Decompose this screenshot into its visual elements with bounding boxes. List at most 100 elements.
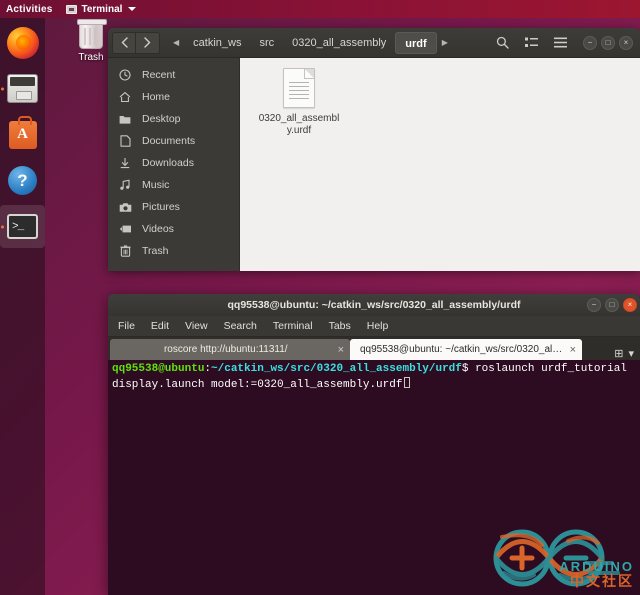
- dock-item-firefox[interactable]: [0, 21, 45, 64]
- new-tab-icon[interactable]: ⊞: [614, 347, 623, 360]
- app-menu-button[interactable]: Terminal: [66, 3, 137, 15]
- view-list-icon[interactable]: [518, 32, 544, 54]
- music-icon: [116, 179, 134, 191]
- menu-item-edit[interactable]: Edit: [151, 320, 169, 332]
- terminal-tab-bar: roscore http://ubuntu:11311/ × qq95538@u…: [108, 337, 640, 360]
- gnome-top-bar: Activities Terminal: [0, 0, 640, 18]
- sidebar-item-recent[interactable]: Recent: [108, 64, 239, 86]
- terminal-prompt-user: qq95538@ubuntu: [112, 363, 205, 375]
- hamburger-menu-icon[interactable]: [547, 32, 573, 54]
- breadcrumb-next-icon[interactable]: ▶: [437, 38, 453, 47]
- home-icon: [116, 91, 134, 103]
- sidebar-item-home[interactable]: Home: [108, 86, 239, 108]
- sidebar-item-label: Home: [142, 91, 171, 103]
- tab-list-chevron-icon[interactable]: ▾: [628, 347, 634, 360]
- files-body: Recent Home Desktop Documents Downloads …: [108, 58, 640, 271]
- terminal-icon: [66, 4, 78, 14]
- breadcrumb-item-src[interactable]: src: [250, 32, 283, 54]
- tab-roscore[interactable]: roscore http://ubuntu:11311/ ×: [110, 339, 350, 360]
- terminal-title-label: qq95538@ubuntu: ~/catkin_ws/src/0320_all…: [227, 299, 521, 311]
- tab-urdf-shell[interactable]: qq95538@ubuntu: ~/catkin_ws/src/0320_all…: [350, 339, 582, 360]
- close-button[interactable]: ×: [623, 298, 637, 312]
- download-icon: [116, 157, 134, 169]
- help-icon: ?: [8, 166, 37, 195]
- menu-item-search[interactable]: Search: [224, 320, 257, 332]
- dock-item-terminal[interactable]: >_: [0, 205, 45, 248]
- file-item[interactable]: 0320_all_assembly.urdf: [258, 68, 340, 137]
- file-text-lines: [289, 82, 309, 100]
- menu-item-view[interactable]: View: [185, 320, 208, 332]
- dock-item-ubuntu-software[interactable]: [0, 113, 45, 156]
- tab-label: qq95538@ubuntu: ~/catkin_ws/src/0320_all…: [360, 344, 564, 355]
- close-icon[interactable]: ×: [338, 344, 344, 356]
- sidebar-item-label: Downloads: [142, 157, 194, 169]
- breadcrumb-item-catkin-ws[interactable]: catkin_ws: [184, 32, 250, 54]
- maximize-button[interactable]: □: [601, 35, 615, 50]
- breadcrumb: ◀ catkin_ws src 0320_all_assembly urdf ▶: [168, 31, 453, 54]
- files-sidebar: Recent Home Desktop Documents Downloads …: [108, 58, 240, 271]
- folder-icon: [116, 114, 134, 125]
- chevron-left-icon: [121, 37, 128, 48]
- terminal-window: qq95538@ubuntu: ~/catkin_ws/src/0320_all…: [108, 294, 640, 595]
- terminal-title-bar[interactable]: qq95538@ubuntu: ~/catkin_ws/src/0320_all…: [108, 294, 640, 316]
- dock-item-help[interactable]: ?: [0, 159, 45, 202]
- trash-icon: [116, 245, 134, 257]
- video-icon: [116, 224, 134, 234]
- close-icon[interactable]: ×: [570, 344, 576, 356]
- close-button[interactable]: ×: [619, 35, 633, 50]
- activities-button[interactable]: Activities: [6, 4, 52, 15]
- clock-icon: [116, 69, 134, 81]
- breadcrumb-item-0320-all-assembly[interactable]: 0320_all_assembly: [283, 32, 395, 54]
- files-window-controls: − □ ×: [583, 35, 633, 50]
- ubuntu-software-icon: [8, 115, 37, 149]
- minimize-button[interactable]: −: [583, 35, 597, 50]
- terminal-window-controls: − □ ×: [587, 298, 637, 312]
- chevron-down-icon: [128, 7, 137, 11]
- terminal-icon: >_: [7, 214, 38, 239]
- trash-icon: [77, 19, 107, 49]
- sidebar-item-desktop[interactable]: Desktop: [108, 108, 239, 130]
- terminal-cursor: [404, 376, 411, 388]
- sidebar-item-label: Recent: [142, 69, 176, 81]
- sidebar-item-videos[interactable]: Videos: [108, 218, 239, 240]
- firefox-icon: [6, 26, 39, 59]
- forward-button[interactable]: [136, 31, 160, 54]
- sidebar-item-music[interactable]: Music: [108, 174, 239, 196]
- text-file-icon: [283, 68, 315, 108]
- menu-item-tabs[interactable]: Tabs: [329, 320, 351, 332]
- document-icon: [116, 135, 134, 147]
- menu-item-file[interactable]: File: [118, 320, 135, 332]
- sidebar-item-downloads[interactable]: Downloads: [108, 152, 239, 174]
- sidebar-item-label: Documents: [142, 135, 196, 147]
- sidebar-item-pictures[interactable]: Pictures: [108, 196, 239, 218]
- terminal-prompt-path: ~/catkin_ws/src/0320_all_assembly/urdf: [211, 363, 462, 375]
- sidebar-item-label: Music: [142, 179, 170, 191]
- sidebar-item-trash[interactable]: Trash: [108, 240, 239, 262]
- file-item-label: 0320_all_assembly.urdf: [258, 113, 340, 136]
- maximize-button[interactable]: □: [605, 298, 619, 312]
- desktop-trash-label: Trash: [78, 52, 104, 63]
- menu-item-help[interactable]: Help: [367, 320, 389, 332]
- files-content-view[interactable]: 0320_all_assembly.urdf: [240, 58, 640, 271]
- tab-label: roscore http://ubuntu:11311/: [163, 344, 288, 355]
- back-button[interactable]: [112, 31, 136, 54]
- breadcrumb-overflow-icon[interactable]: ◀: [168, 38, 184, 47]
- minimize-button[interactable]: −: [587, 298, 601, 312]
- camera-icon: [116, 202, 134, 213]
- terminal-output[interactable]: qq95538@ubuntu:~/catkin_ws/src/0320_all_…: [108, 360, 640, 595]
- sidebar-item-label: Videos: [142, 223, 174, 235]
- sidebar-item-documents[interactable]: Documents: [108, 130, 239, 152]
- app-menu-label: Terminal: [81, 3, 123, 15]
- sidebar-item-label: Trash: [142, 245, 169, 257]
- files-window: ◀ catkin_ws src 0320_all_assembly urdf ▶: [108, 28, 640, 271]
- sidebar-item-label: Desktop: [142, 113, 181, 125]
- breadcrumb-item-urdf[interactable]: urdf: [395, 31, 437, 54]
- tab-bar-actions: ⊞ ▾: [614, 347, 638, 360]
- ubuntu-dock: ? >_: [0, 18, 45, 595]
- menu-item-terminal[interactable]: Terminal: [273, 320, 313, 332]
- files-header-bar: ◀ catkin_ws src 0320_all_assembly urdf ▶: [108, 28, 640, 58]
- dock-item-files[interactable]: [0, 67, 45, 110]
- search-icon[interactable]: [489, 32, 515, 54]
- running-indicator-dot: [1, 225, 4, 228]
- running-indicator-dot: [1, 87, 4, 90]
